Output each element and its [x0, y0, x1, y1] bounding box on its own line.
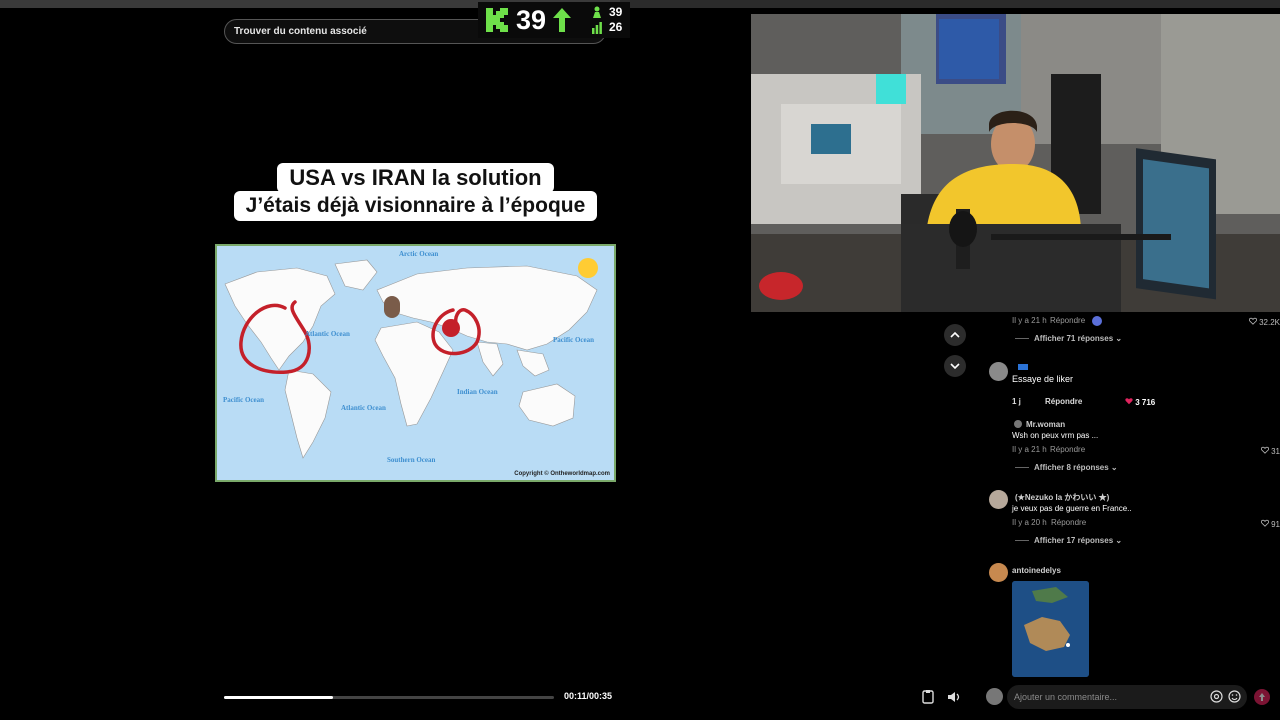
map-label-pacific-west: Pacific Ocean	[223, 396, 265, 404]
my-avatar[interactable]	[986, 688, 1003, 705]
comment-3-time: Il y a 20 h	[1012, 518, 1047, 527]
comment-1-time: Il y a 21 h	[1012, 316, 1047, 325]
next-video-button[interactable]	[944, 355, 966, 377]
user-badge-icon	[1018, 364, 1028, 370]
chevron-up-icon	[950, 331, 960, 338]
search-placeholder: Trouver du contenu associé	[234, 26, 367, 37]
comment-2-time: 1 j	[1012, 397, 1021, 406]
reply-reply-button[interactable]: Répondre	[1050, 445, 1085, 454]
world-map-image: Arctic Ocean Atlantic Ocean Pacific Ocea…	[215, 244, 616, 482]
comment-3-likes-count: 91	[1271, 520, 1280, 529]
heart-outline-icon	[1260, 519, 1269, 527]
reply-author[interactable]: Mr.woman	[1026, 420, 1065, 429]
comment-1-likes-count: 32.2K	[1259, 318, 1280, 327]
volume-icon[interactable]	[946, 689, 962, 705]
video-caption: USA vs IRAN la solution J’étais déjà vis…	[225, 163, 606, 221]
kick-logo-icon	[486, 8, 508, 32]
clipboard-icon[interactable]	[920, 689, 936, 705]
comment-2-likes[interactable]: 3 716	[1125, 397, 1155, 407]
heart-filled-icon	[1125, 398, 1133, 405]
previous-video-button[interactable]	[944, 324, 966, 346]
heart-eyes-emoji-icon	[578, 258, 598, 278]
reply-time: Il y a 21 h	[1012, 445, 1047, 454]
map-label-indian: Indian Ocean	[457, 388, 498, 396]
comments-panel: Il y a 21 h Répondre 32.2K Afficher 71 r…	[985, 312, 1280, 677]
video-progress-fill	[224, 696, 333, 699]
webcam-feed	[751, 14, 1280, 312]
creator-badge-icon	[1092, 316, 1102, 326]
arrow-up-icon	[1259, 693, 1265, 701]
comment-4-image[interactable]	[1012, 581, 1089, 677]
video-player[interactable]: Trouver du contenu associé USA vs IRAN l…	[215, 8, 616, 720]
map-label-atlantic-north: Atlantic Ocean	[305, 330, 350, 338]
map-label-arctic: Arctic Ocean	[399, 250, 439, 258]
avatar[interactable]	[989, 563, 1008, 582]
emoji-icon[interactable]	[1228, 690, 1241, 703]
viewer-count: 39	[516, 5, 547, 35]
reply-text: Wsh on peux vrm pas ...	[1012, 431, 1099, 440]
comment-3-likes[interactable]: 91	[1260, 519, 1280, 529]
avatar[interactable]	[989, 490, 1008, 509]
map-label-southern: Southern Ocean	[387, 456, 436, 464]
face-thumbnail	[384, 296, 400, 318]
comment-input-placeholder: Ajouter un commentaire...	[1014, 692, 1118, 702]
send-comment-button[interactable]	[1254, 689, 1270, 705]
comment-2-show-replies[interactable]: Afficher 8 réponses ⌄	[1015, 463, 1118, 472]
comment-3-text: je veux pas de guerre en France..	[1012, 504, 1132, 513]
arrow-up-icon	[553, 8, 571, 32]
caption-line-2: J’étais déjà visionnaire à l’époque	[233, 191, 598, 221]
comment-2-likes-count: 3 716	[1135, 398, 1156, 407]
comment-1-show-replies-label: Afficher 71 réponses	[1034, 334, 1114, 343]
comment-3-show-replies-label: Afficher 17 réponses	[1034, 536, 1114, 545]
side-counters: 39 26	[591, 5, 622, 35]
mention-icon[interactable]	[1210, 690, 1223, 703]
video-progress-bar[interactable]	[224, 696, 554, 699]
comment-2-text: Essaye de liker	[1012, 374, 1074, 384]
comment-3-show-replies[interactable]: Afficher 17 réponses ⌄	[1015, 536, 1122, 545]
comment-3-author[interactable]: (★Nezuko la かわいい ★)	[1015, 492, 1109, 503]
map-label-pacific-east: Pacific Ocean	[553, 336, 595, 344]
reply-likes[interactable]: 31	[1260, 446, 1280, 456]
reply-likes-count: 31	[1271, 447, 1280, 456]
reply-avatar[interactable]	[1014, 420, 1022, 428]
heart-outline-icon	[1248, 317, 1257, 325]
comment-2-reply-button[interactable]: Répondre	[1045, 397, 1082, 406]
counter-top: 39	[609, 5, 623, 19]
comment-4-author[interactable]: antoinedelys	[1012, 566, 1061, 575]
webcam-scene	[751, 14, 1280, 312]
comment-1-show-replies[interactable]: Afficher 71 réponses ⌄	[1015, 334, 1122, 343]
comment-input[interactable]: Ajouter un commentaire...	[1007, 685, 1247, 709]
live-counter-overlay: 39 39 26	[478, 2, 630, 38]
caption-line-1: USA vs IRAN la solution	[277, 163, 554, 193]
satellite-map-thumbnail	[1012, 581, 1089, 677]
chevron-down-icon	[950, 363, 960, 370]
map-label-atlantic-south: Atlantic Ocean	[341, 404, 386, 412]
avatar[interactable]	[989, 362, 1008, 381]
video-time: 00:11/00:35	[564, 691, 613, 701]
comment-3-reply-button[interactable]: Répondre	[1051, 518, 1086, 527]
map-continents	[224, 259, 598, 459]
map-copyright: Copyright © Ontheworldmap.com	[514, 471, 610, 477]
counter-bottom: 26	[609, 20, 623, 34]
comment-1-reply-button[interactable]: Répondre	[1050, 316, 1085, 325]
comment-1-likes[interactable]: 32.2K	[1248, 317, 1280, 327]
heart-outline-icon	[1260, 446, 1269, 454]
screen: Trouver du contenu associé USA vs IRAN l…	[0, 0, 1280, 720]
comment-2-show-replies-label: Afficher 8 réponses	[1034, 463, 1109, 472]
top-window-bar	[0, 0, 1280, 8]
